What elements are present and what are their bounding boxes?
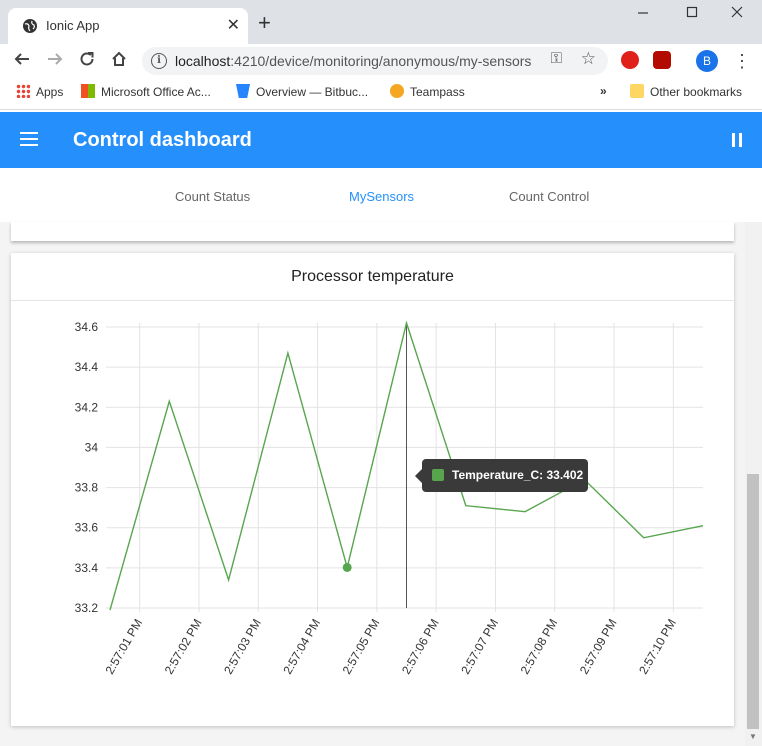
url-text: localhost:4210/device/monitoring/anonymo… <box>175 53 532 69</box>
highlighted-data-point <box>342 562 352 572</box>
browser-tab[interactable]: Ionic App ✕ <box>8 8 248 44</box>
y-tick-label: 33.8 <box>75 481 99 495</box>
bookmark-apps[interactable]: Apps <box>16 84 63 99</box>
card-title: Processor temperature <box>291 268 454 285</box>
apps-grid-icon <box>16 84 30 98</box>
office-logo-icon <box>81 84 95 98</box>
page-title: Control dashboard <box>73 129 252 151</box>
teampass-icon <box>390 84 404 98</box>
minimize-icon[interactable] <box>628 4 658 23</box>
reload-icon[interactable] <box>76 50 98 72</box>
bookmark-bitbucket[interactable]: Overview — Bitbuc... <box>236 84 368 99</box>
hamburger-menu-icon[interactable] <box>20 132 38 146</box>
scroll-down-arrow-icon[interactable]: ▼ <box>747 732 759 742</box>
y-tick-label: 34.4 <box>75 360 99 374</box>
card-divider <box>11 300 734 301</box>
back-arrow-icon[interactable] <box>11 50 33 72</box>
temperature-line-chart[interactable]: 33.2 33.4 33.6 33.8 34 34.2 34.4 34.6 2:57:01 PM… <box>60 310 730 710</box>
tooltip-text: Temperature_C: 33.402 <box>452 468 584 482</box>
y-tick-label: 33.2 <box>75 601 99 615</box>
x-tick-label: 2:57:09 PM <box>577 617 620 677</box>
x-tick-label: 2:57:04 PM <box>280 617 323 677</box>
y-tick-label: 33.6 <box>75 521 99 535</box>
y-tick-label: 34 <box>85 440 99 454</box>
x-tick-label: 2:57:05 PM <box>340 617 383 677</box>
bookmark-other[interactable]: Other bookmarks <box>630 84 742 99</box>
tab-title: Ionic App <box>46 18 100 33</box>
x-tick-label: 2:57:06 PM <box>399 617 442 677</box>
adblock-extension-icon[interactable] <box>621 51 639 69</box>
x-tick-label: 2:57:03 PM <box>221 617 264 677</box>
site-info-icon[interactable]: i <box>151 53 167 69</box>
y-tick-label: 33.4 <box>75 561 99 575</box>
previous-card <box>11 222 734 241</box>
bitbucket-icon <box>236 84 250 98</box>
y-tick-label: 34.2 <box>75 400 99 414</box>
series-swatch <box>432 469 444 481</box>
tab-my-sensors[interactable]: MySensors <box>349 189 414 204</box>
pdf-extension-icon[interactable] <box>653 51 671 69</box>
forward-arrow-icon[interactable] <box>44 50 66 72</box>
tab-count-control[interactable]: Count Control <box>509 189 589 204</box>
more-menu-icon[interactable]: ⋮ <box>733 50 751 72</box>
chart-tooltip: Temperature_C: 33.402 <box>415 459 588 492</box>
key-icon[interactable]: ⚿ <box>551 50 562 67</box>
tab-close-icon[interactable]: ✕ <box>227 15 240 35</box>
globe-icon <box>23 19 37 33</box>
x-tick-label: 2:57:10 PM <box>636 617 679 677</box>
bookmark-teampass[interactable]: Teampass <box>390 84 465 99</box>
x-tick-label: 2:57:07 PM <box>458 617 501 677</box>
address-bar[interactable]: i localhost:4210/device/monitoring/anony… <box>142 47 608 75</box>
scrollbar-thumb[interactable] <box>747 474 759 729</box>
bookmark-office[interactable]: Microsoft Office Ac... <box>81 84 211 99</box>
home-icon[interactable] <box>108 50 130 72</box>
tab-count-status[interactable]: Count Status <box>175 189 250 204</box>
maximize-icon[interactable] <box>677 4 707 23</box>
close-window-icon[interactable] <box>722 4 752 23</box>
x-tick-label: 2:57:08 PM <box>518 617 561 677</box>
bookmark-star-icon[interactable]: ☆ <box>581 49 596 69</box>
bookmarks-overflow-icon[interactable]: » <box>600 84 607 98</box>
avatar[interactable]: B <box>696 50 718 72</box>
y-tick-label: 34.6 <box>75 320 99 334</box>
new-tab-button[interactable]: + <box>258 12 271 34</box>
x-tick-label: 2:57:01 PM <box>102 617 145 677</box>
folder-icon <box>630 84 644 98</box>
x-tick-label: 2:57:02 PM <box>162 617 205 677</box>
pause-icon[interactable] <box>732 133 742 147</box>
